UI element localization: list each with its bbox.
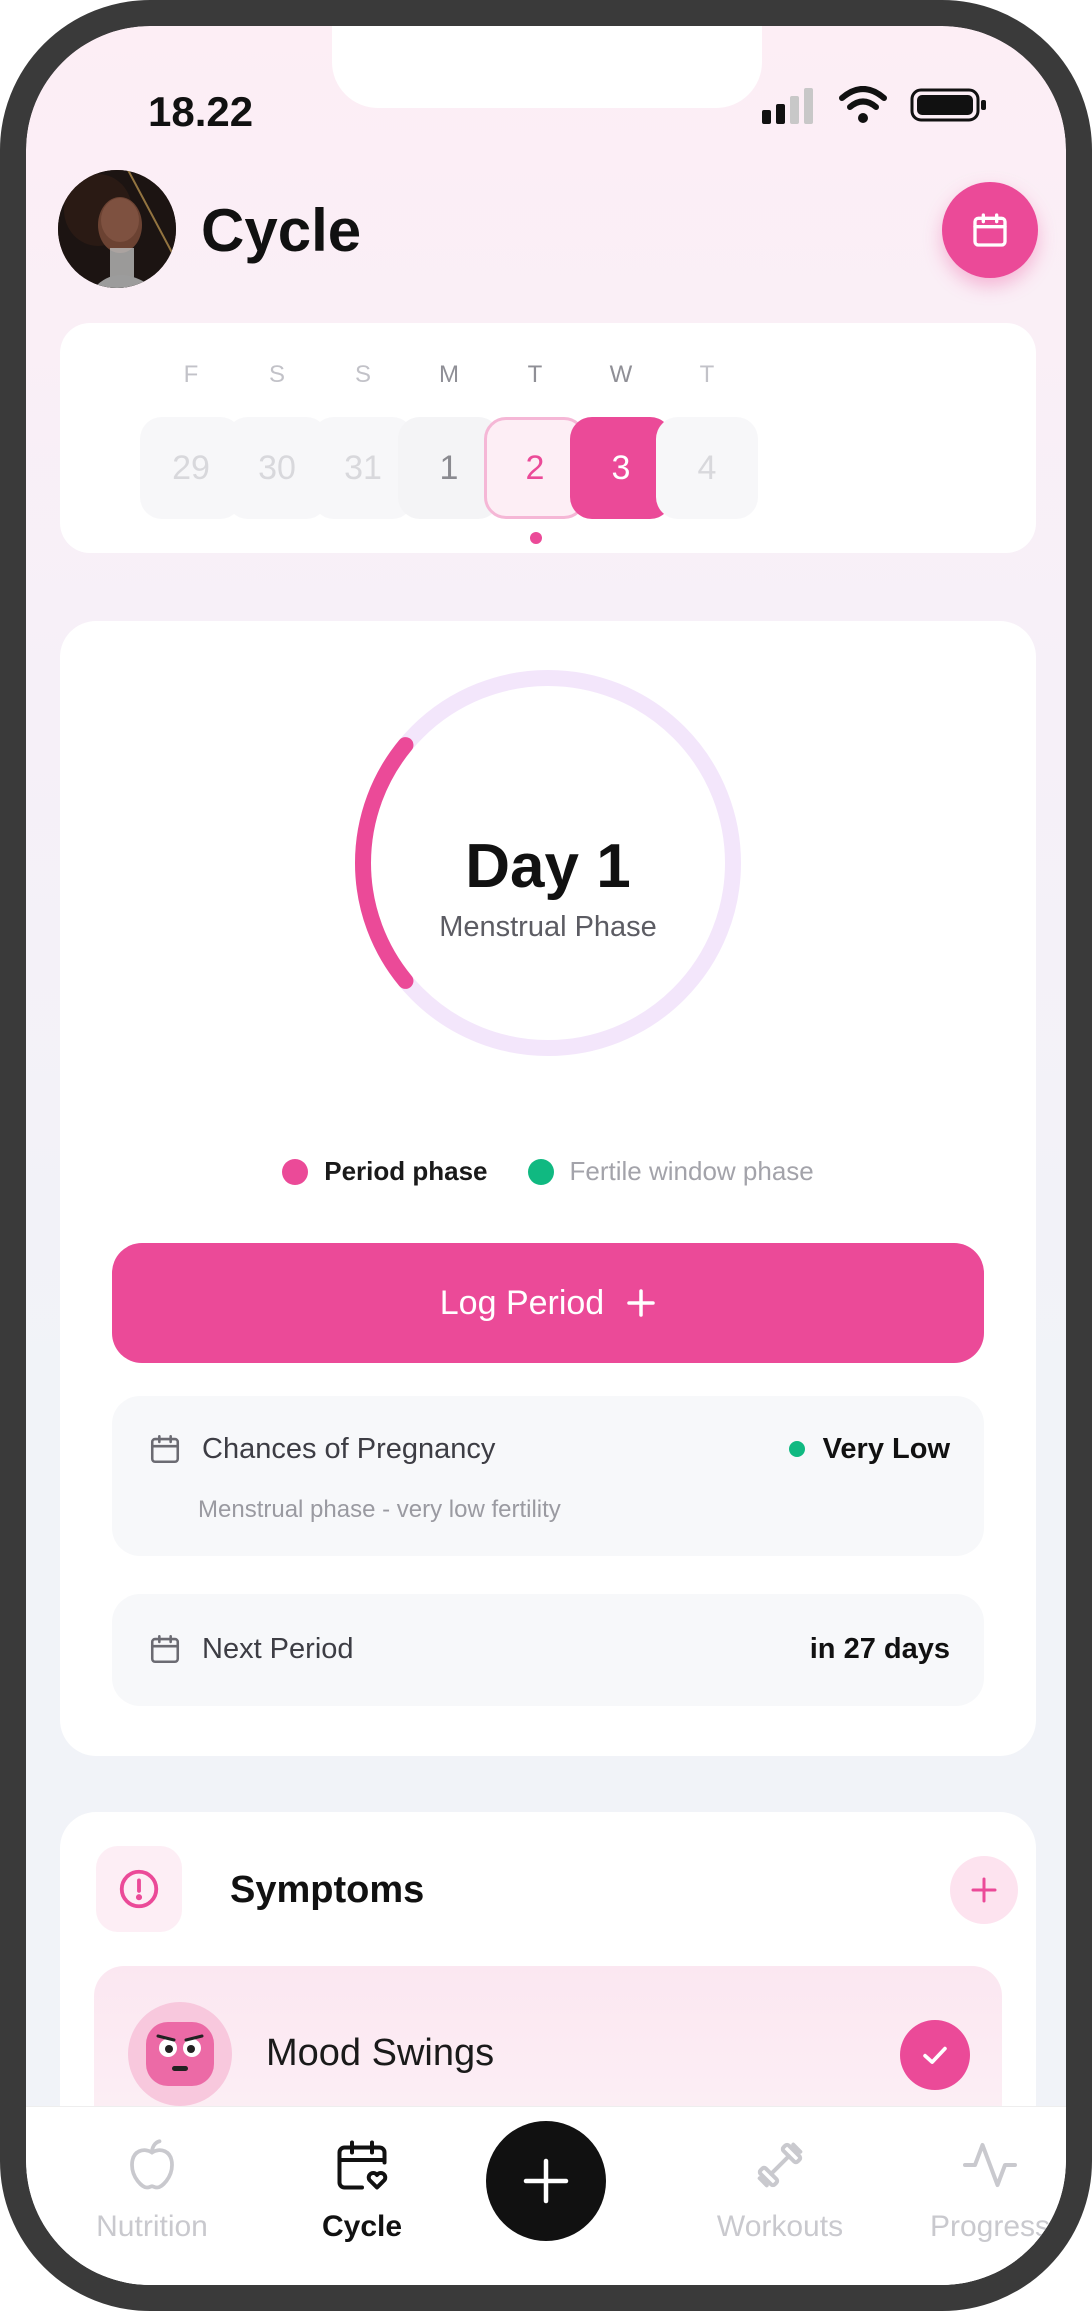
calendar-icon <box>150 1434 180 1464</box>
period-dot <box>282 1158 309 1185</box>
today-indicator <box>530 532 542 544</box>
tab-label: Nutrition <box>96 2210 208 2243</box>
notch <box>332 26 762 108</box>
day-date: 4 <box>656 417 758 519</box>
log-period-button[interactable]: Log Period <box>112 1243 984 1363</box>
add-button[interactable] <box>486 2121 606 2241</box>
calendar-button[interactable] <box>942 182 1038 278</box>
calendar-icon <box>150 1634 180 1664</box>
alert-circle-icon <box>119 1869 159 1909</box>
next-period-row: Next Period in 27 days <box>148 1632 950 1666</box>
tab-progress[interactable]: Progress <box>900 2135 1066 2244</box>
week-strip: F 29 S 30 S 31 M 1 T 2 W 3 T 4 <box>60 323 1036 553</box>
plus-icon <box>523 2158 569 2204</box>
legend-period: Period phase <box>282 1156 488 1187</box>
phase-legend: Period phase Fertile window phase <box>60 1156 1036 1187</box>
add-symptom-button[interactable] <box>950 1856 1018 1924</box>
status-icons <box>762 86 988 124</box>
plus-icon <box>971 1877 997 1903</box>
face-icon <box>146 2022 214 2086</box>
activity-icon <box>963 2143 1017 2187</box>
tab-label: Cycle <box>321 2210 403 2243</box>
calendar-heart-icon <box>337 2140 388 2190</box>
pregnancy-row: Chances of Pregnancy Very Low <box>148 1432 950 1466</box>
status-dot <box>788 1441 805 1457</box>
legend-period-label: Period phase <box>324 1156 488 1186</box>
cycle-day: Day 1 <box>465 832 631 901</box>
next-period-label: Next Period <box>202 1632 354 1665</box>
symptoms-title: Symptoms <box>230 1869 425 1911</box>
tab-label: Workouts <box>716 2210 844 2243</box>
legend-fertile: Fertile window phase <box>527 1156 814 1187</box>
symptom-name: Mood Swings <box>266 2032 495 2074</box>
pregnancy-value: Very Low <box>822 1432 950 1465</box>
battery-icon <box>910 88 986 122</box>
day-letter: T <box>699 361 715 388</box>
mood-emoji-icon <box>128 2002 232 2106</box>
next-period-value: in 27 days <box>809 1632 950 1665</box>
apple-icon <box>130 2139 174 2190</box>
fertile-dot <box>527 1158 554 1185</box>
phone-frame: 18.22 Cycle F 29 S 30 S 31 M 1 T 2 W 3 T… <box>0 0 1092 2311</box>
check-icon <box>923 2046 947 2064</box>
calendar-icon <box>973 213 1007 247</box>
wifi-icon <box>839 86 887 123</box>
page-title: Cycle <box>201 197 362 264</box>
legend-fertile-label: Fertile window phase <box>569 1156 814 1186</box>
avatar[interactable] <box>58 170 176 288</box>
pregnancy-note: Menstrual phase - very low fertility <box>198 1496 561 1523</box>
signal-icon <box>762 88 813 124</box>
symptoms-badge <box>96 1846 182 1932</box>
pregnancy-value-wrap: Very Low <box>788 1432 950 1466</box>
tab-nutrition[interactable]: Nutrition <box>62 2135 242 2244</box>
day-cell[interactable]: T 4 <box>656 323 758 519</box>
pregnancy-chances[interactable]: Chances of Pregnancy Very Low Menstrual … <box>112 1396 984 1556</box>
status-time: 18.22 <box>148 88 254 135</box>
tab-bar: Nutrition Cycle Workouts Progress <box>26 2106 1066 2285</box>
plus-icon <box>627 1289 655 1317</box>
tab-label: Progress <box>929 2210 1051 2243</box>
tab-cycle[interactable]: Cycle <box>272 2135 452 2244</box>
pregnancy-label: Chances of Pregnancy <box>202 1432 496 1465</box>
cycle-card: Day 1 Menstrual Phase Period phase Ferti… <box>60 621 1036 1756</box>
dumbbell-icon <box>757 2142 803 2188</box>
log-period-label: Log Period <box>439 1283 605 1322</box>
cycle-phase: Menstrual Phase <box>439 911 657 943</box>
next-period[interactable]: Next Period in 27 days <box>112 1594 984 1706</box>
app-screen: 18.22 Cycle F 29 S 30 S 31 M 1 T 2 W 3 T… <box>26 26 1066 2285</box>
symptom-check[interactable] <box>900 2020 970 2090</box>
avatar-portrait <box>58 170 176 288</box>
tab-workouts[interactable]: Workouts <box>690 2135 870 2244</box>
